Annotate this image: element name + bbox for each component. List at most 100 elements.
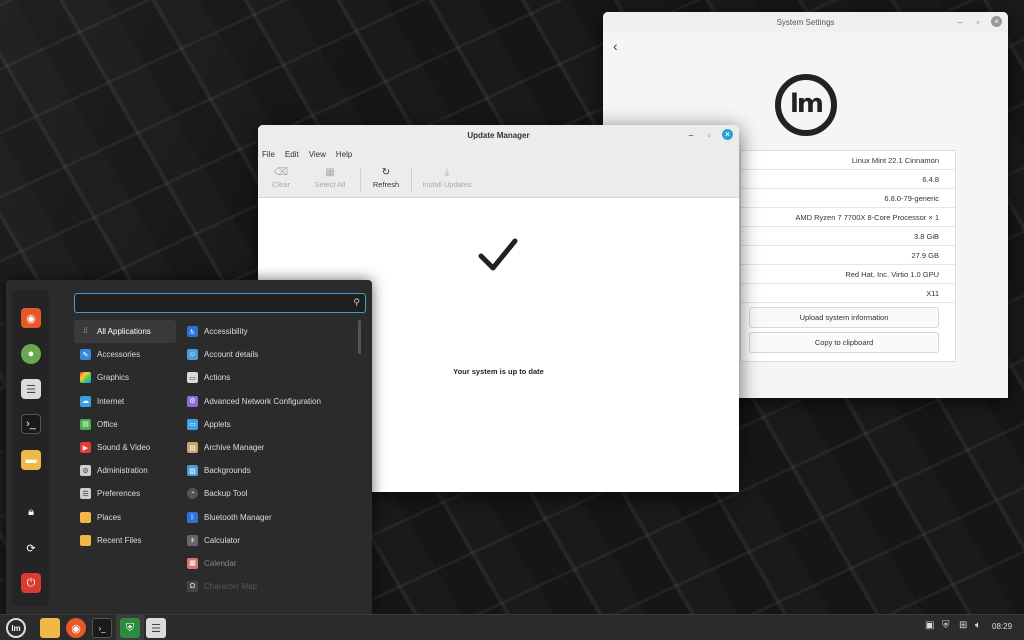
refresh-button[interactable]: ↻ Refresh xyxy=(365,166,407,189)
refresh-icon: ↻ xyxy=(381,167,391,178)
minimize-icon[interactable]: – xyxy=(955,17,965,27)
category-list: ⁞⁞ All Applications ✎ Accessories Graphi… xyxy=(74,320,176,552)
files-folder-icon[interactable] xyxy=(40,618,60,638)
install-updates-button[interactable]: ⤓ Install Updates xyxy=(416,166,478,189)
settings-titlebar[interactable]: System Settings – ▫ × xyxy=(603,12,1008,32)
app-item[interactable]: Ω Character Map xyxy=(184,575,354,595)
category-all-applications[interactable]: ⁞⁞ All Applications xyxy=(74,320,176,344)
menu-help[interactable]: Help xyxy=(336,150,352,159)
app-label: Applets xyxy=(204,419,231,429)
volume-icon[interactable]: 🔈︎ xyxy=(975,620,981,631)
category-internet[interactable]: ☁ Internet xyxy=(74,390,176,413)
category-graphics[interactable]: Graphics xyxy=(74,366,176,389)
terminal-icon[interactable]: ›_ xyxy=(21,414,41,434)
category-label: Accessories xyxy=(97,350,141,360)
app-item[interactable]: ☺ Account details xyxy=(184,343,354,366)
toolbar-separator xyxy=(360,168,361,192)
info-row-display-server: X11 xyxy=(741,284,955,303)
terminal-icon[interactable]: ›_ xyxy=(92,618,112,638)
info-row-disk: 27.9 GB xyxy=(741,246,955,265)
settings-back-bar: ‹ xyxy=(603,32,1008,60)
category-preferences[interactable]: ☰ Preferences xyxy=(74,482,176,505)
firefox-icon[interactable]: ◉ xyxy=(21,308,41,328)
graphics-icon xyxy=(80,372,91,384)
chevron-left-icon[interactable]: ‹ xyxy=(613,38,618,54)
app-item[interactable]: ▭ Actions xyxy=(184,366,354,389)
mintupdate-icon[interactable]: ● xyxy=(21,344,41,364)
system-settings-icon[interactable]: ☰ xyxy=(146,618,166,638)
grid-icon: ⁞⁞ xyxy=(83,328,88,336)
category-label: Administration xyxy=(97,466,148,476)
network-icon[interactable]: ⊞ xyxy=(959,620,967,631)
actions-icon: ▭ xyxy=(187,372,198,384)
app-item[interactable]: ᛒ Bluetooth Manager xyxy=(184,506,354,529)
menu-edit[interactable]: Edit xyxy=(285,150,299,159)
sound-video-icon: ▶ xyxy=(80,442,91,454)
update-manager-titlebar[interactable]: Update Manager – ▫ × xyxy=(258,125,739,145)
update-manager-shield-icon[interactable]: ⛨ xyxy=(120,618,140,638)
app-list-scrollbar[interactable] xyxy=(358,320,361,354)
app-item[interactable]: ▭ Applets xyxy=(184,413,354,436)
category-label: Graphics xyxy=(97,373,130,383)
app-label: Calendar xyxy=(204,558,237,568)
favorites-column: ◉ ● ☰ ›_ ▬ 🔒︎ ⟳ ⏻ xyxy=(12,290,49,606)
app-label: Backgrounds xyxy=(204,466,251,476)
firefox-icon[interactable]: ◉ xyxy=(66,618,86,638)
linux-mint-logo: lm xyxy=(775,74,837,136)
app-item[interactable]: ± Calculator xyxy=(184,529,354,552)
backup-tool-icon: ◔ xyxy=(187,488,198,500)
app-item[interactable]: ⚙ Advanced Network Configuration xyxy=(184,390,354,413)
menu-button-mint-icon[interactable]: lm xyxy=(6,618,26,638)
clear-button[interactable]: ⌫ Clear xyxy=(258,166,304,189)
close-icon[interactable]: × xyxy=(991,16,1002,27)
settings-app-icon[interactable]: ☰ xyxy=(21,379,41,399)
bluetooth-icon: ᛒ xyxy=(187,511,198,523)
copy-to-clipboard-button[interactable]: Copy to clipboard xyxy=(749,332,939,353)
clipboard-tray-icon[interactable]: ▣ xyxy=(925,620,934,631)
logout-icon[interactable]: ⟳ xyxy=(21,538,41,558)
clock[interactable]: 08:29 xyxy=(992,622,1012,631)
category-accessories[interactable]: ✎ Accessories xyxy=(74,343,176,366)
select-all-label: Select All xyxy=(314,180,346,189)
system-info-table: Linux Mint 22.1 Cinnamon 6.4.8 6.8.0-79-… xyxy=(740,150,956,362)
category-sound-video[interactable]: ▶ Sound & Video xyxy=(74,436,176,459)
search-field[interactable]: ⚲ xyxy=(74,293,366,313)
maximize-icon[interactable]: ▫ xyxy=(704,130,714,140)
maximize-icon[interactable]: ▫ xyxy=(973,17,983,27)
folder-icon[interactable]: ▬ xyxy=(21,450,41,470)
update-manager-title: Update Manager xyxy=(467,130,530,140)
office-icon: ▤ xyxy=(80,418,91,430)
category-administration[interactable]: ⚙ Administration xyxy=(74,459,176,482)
menu-file[interactable]: File xyxy=(262,150,275,159)
account-icon: ☺ xyxy=(187,349,198,361)
app-label: Backup Tool xyxy=(204,489,248,499)
select-all-button[interactable]: ▦ Select All xyxy=(304,166,356,189)
app-item[interactable]: ▦ Calendar xyxy=(184,552,354,575)
category-office[interactable]: ▤ Office xyxy=(74,413,176,436)
clear-label: Clear xyxy=(272,180,290,189)
internet-icon: ☁ xyxy=(80,395,91,407)
app-item[interactable]: ▨ Backgrounds xyxy=(184,459,354,482)
lock-icon[interactable]: 🔒︎ xyxy=(21,502,41,522)
info-row-processor: AMD Ryzen 7 7700X 8-Core Processor × 1 xyxy=(741,208,955,227)
search-icon: ⚲ xyxy=(353,297,360,307)
administration-icon: ⚙ xyxy=(80,465,91,477)
accessories-icon: ✎ xyxy=(80,349,91,361)
info-row-memory: 3.8 GiB xyxy=(741,227,955,246)
shield-tray-icon[interactable]: ⛨ xyxy=(942,620,950,631)
category-label: Office xyxy=(97,419,118,429)
search-input[interactable] xyxy=(81,294,341,312)
close-icon[interactable]: × xyxy=(722,129,733,140)
menu-view[interactable]: View xyxy=(309,150,326,159)
power-icon[interactable]: ⏻ xyxy=(21,573,41,593)
app-label: Account details xyxy=(204,350,259,360)
category-places[interactable]: Places xyxy=(74,506,176,529)
app-item[interactable]: ♿︎ Accessibility xyxy=(184,320,354,343)
app-item[interactable]: ◔ Backup Tool xyxy=(184,482,354,505)
app-item[interactable]: ▤ Archive Manager xyxy=(184,436,354,459)
minimize-icon[interactable]: – xyxy=(686,130,696,140)
upload-system-info-button[interactable]: Upload system information xyxy=(749,307,939,328)
select-all-icon: ▦ xyxy=(325,167,335,178)
info-row-cinnamon: 6.4.8 xyxy=(741,170,955,189)
category-recent-files[interactable]: Recent Files xyxy=(74,529,176,552)
